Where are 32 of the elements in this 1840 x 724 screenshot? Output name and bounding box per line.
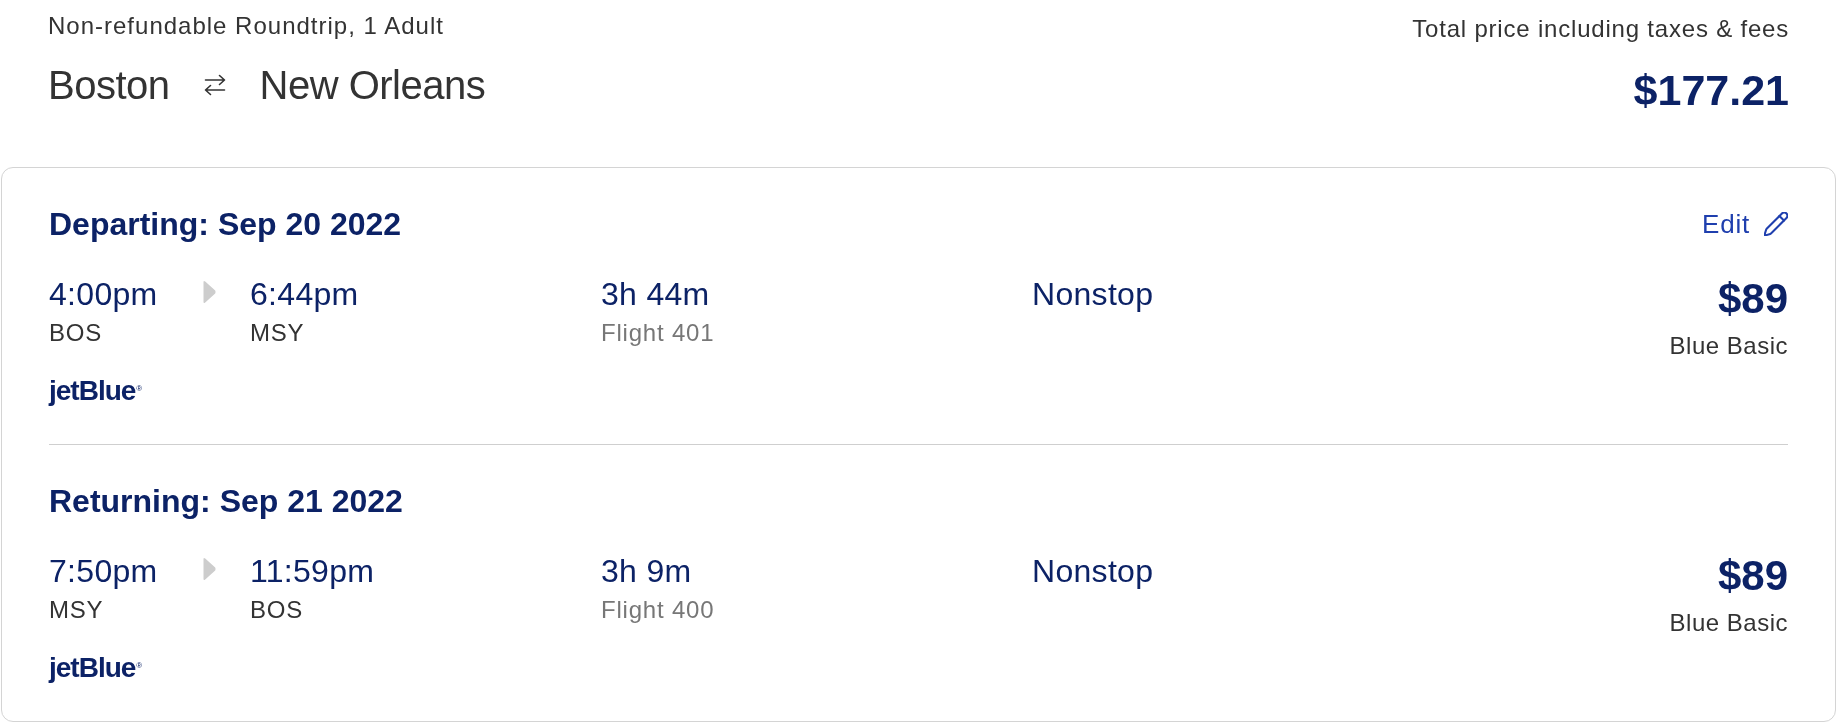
fare-summary: Non-refundable Roundtrip, 1 Adult <box>48 12 445 40</box>
departure-time: 4:00pm <box>49 275 158 313</box>
departure-airport: BOS <box>49 319 103 347</box>
fare-type: Blue Basic <box>1669 609 1788 637</box>
arrival-time: 6:44pm <box>250 275 359 313</box>
flight-duration: 3h 44m <box>601 275 710 313</box>
departure-time: 7:50pm <box>49 552 158 590</box>
destination-city: New Orleans <box>259 62 486 109</box>
airline-logo: jetBlue$^{®}$ <box>49 375 143 407</box>
segment-heading: Departing: Sep 20 2022 <box>49 205 402 243</box>
arrival-airport: MSY <box>250 319 305 347</box>
fare-price: $89 <box>1717 552 1788 600</box>
stops-label: Nonstop <box>1032 552 1154 590</box>
total-price-label: Total price including taxes & fees <box>1412 15 1789 43</box>
pencil-icon <box>1764 212 1788 236</box>
departure-airport: MSY <box>49 596 104 624</box>
total-price: $177.21 <box>1633 65 1789 115</box>
segment-heading: Returning: Sep 21 2022 <box>49 482 403 520</box>
caret-icon <box>203 280 216 304</box>
origin-city: Boston <box>48 62 170 109</box>
arrival-time: 11:59pm <box>250 552 375 590</box>
airline-logo: jetBlue$^{®}$ <box>49 652 143 684</box>
edit-link[interactable]: Edit <box>1702 208 1788 240</box>
caret-icon <box>203 557 216 581</box>
swap-arrows-icon <box>203 74 226 96</box>
flight-number: Flight 400 <box>601 596 715 624</box>
flight-number: Flight 401 <box>601 319 715 347</box>
flight-duration: 3h 9m <box>601 552 692 590</box>
fare-type: Blue Basic <box>1669 332 1788 360</box>
arrival-airport: BOS <box>250 596 304 624</box>
fare-price: $89 <box>1717 275 1788 323</box>
stops-label: Nonstop <box>1032 275 1154 313</box>
